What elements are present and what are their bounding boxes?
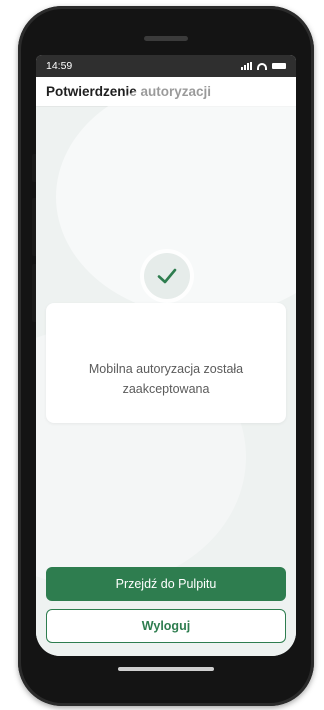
status-bar: 14:59 <box>36 55 296 77</box>
checkmark-icon <box>157 268 177 284</box>
app-screen: 14:59 Potwierdzenie autoryzacji Mobilna … <box>36 55 296 656</box>
status-time: 14:59 <box>46 60 73 72</box>
home-indicator[interactable] <box>118 667 214 671</box>
go-to-dashboard-button[interactable]: Przejdź do Pulpitu <box>46 567 286 601</box>
system-navigation-bar <box>36 656 296 682</box>
phone-earpiece <box>144 36 188 41</box>
confirmation-card: Mobilna autoryzacja została zaakceptowan… <box>46 303 286 423</box>
status-icons <box>241 62 286 70</box>
battery-icon <box>272 63 286 69</box>
confirmation-message: Mobilna autoryzacja została zaakceptowan… <box>88 362 244 396</box>
success-badge <box>144 253 190 299</box>
wifi-icon <box>257 62 267 70</box>
signal-icon <box>241 62 252 70</box>
logout-button[interactable]: Wyloguj <box>46 609 286 643</box>
main-content: Mobilna autoryzacja została zaakceptowan… <box>36 77 296 656</box>
